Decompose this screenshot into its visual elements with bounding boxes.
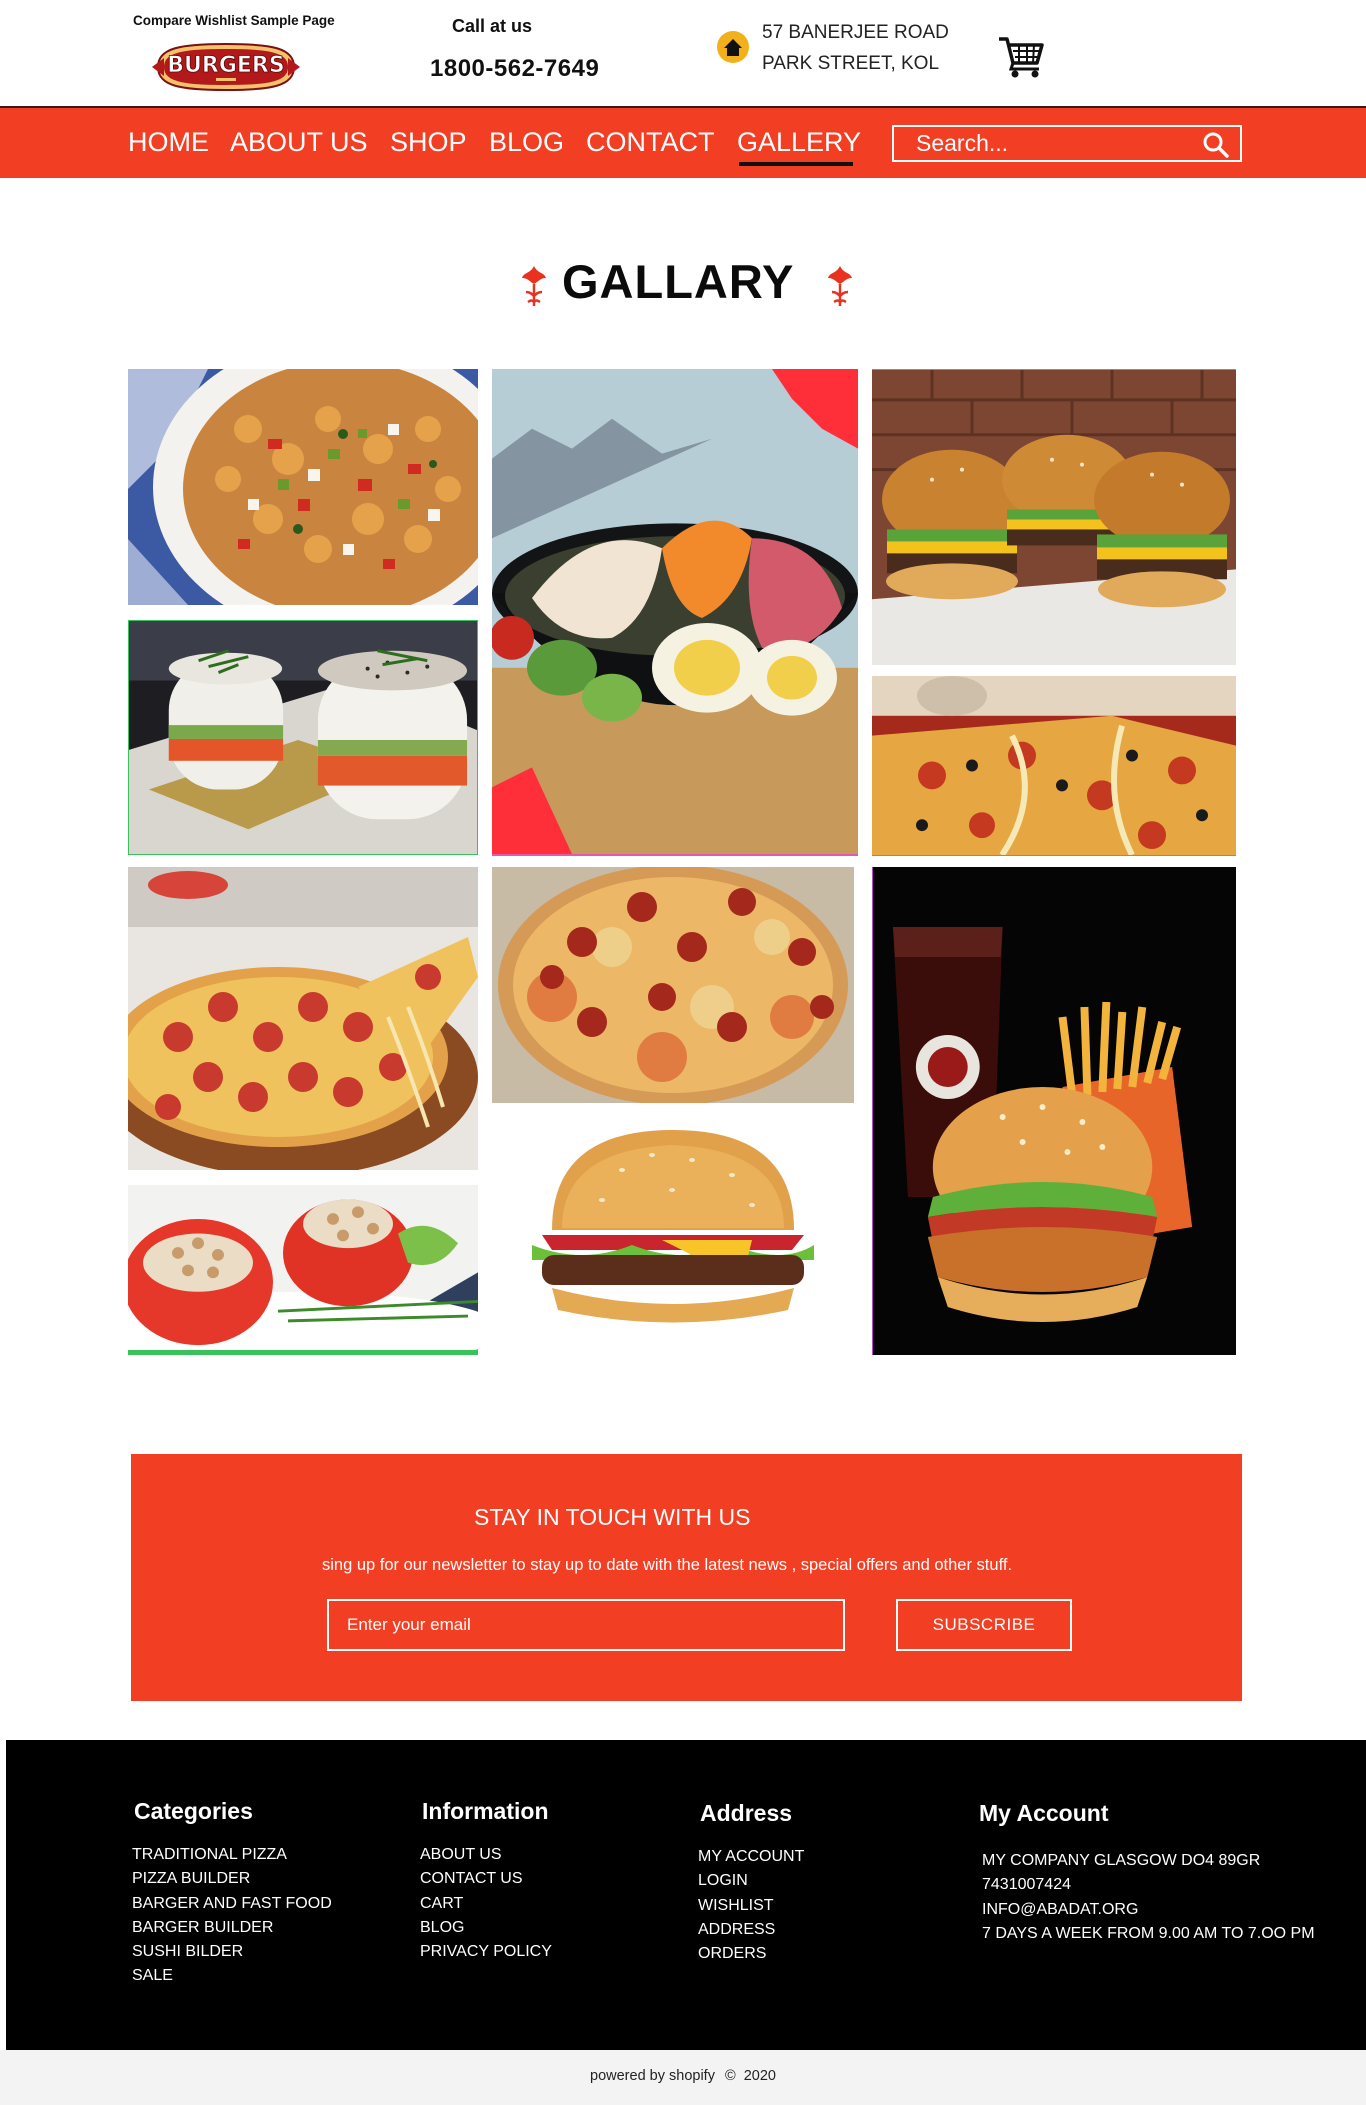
footer-my-account: My Account MY COMPANY GLASGOW DO4 89GR 7… bbox=[979, 1800, 1315, 1946]
footer-address-title: Address bbox=[700, 1800, 793, 1826]
gallery-image-classic-burger[interactable] bbox=[492, 1110, 854, 1355]
nav-shop[interactable]: SHOP bbox=[390, 127, 467, 158]
footer-opening-hours: 7 DAYS A WEEK FROM 9.00 AM TO 7.OO PM bbox=[982, 1924, 1315, 1942]
flourish-right-icon bbox=[828, 266, 852, 306]
footer-link-pizza-builder[interactable]: PIZZA BUILDER bbox=[132, 1867, 332, 1891]
footer-address: Address MY ACCOUNT LOGIN WISHLIST ADDRES… bbox=[698, 1800, 804, 1966]
nav-active-indicator bbox=[739, 162, 853, 166]
footer-link-cart[interactable]: CART bbox=[420, 1892, 552, 1916]
footer: Categories TRADITIONAL PIZZA PIZZA BUILD… bbox=[6, 1740, 1366, 2050]
newsletter-section: STAY IN TOUCH WITH US sing up for our ne… bbox=[131, 1454, 1242, 1701]
footer-link-blog[interactable]: BLOG bbox=[420, 1916, 552, 1940]
footer-link-barger-fast-food[interactable]: BARGER AND FAST FOOD bbox=[132, 1892, 332, 1916]
footer-link-traditional-pizza[interactable]: TRADITIONAL PIZZA bbox=[132, 1843, 332, 1867]
footer-link-login[interactable]: LOGIN bbox=[698, 1869, 804, 1893]
main-nav: HOME ABOUT US SHOP BLOG CONTACT GALLERY bbox=[0, 108, 1366, 178]
burgers-logo[interactable]: BURGERS bbox=[150, 38, 302, 96]
footer-information-title: Information bbox=[422, 1798, 549, 1824]
footer-account-title: My Account bbox=[979, 1800, 1109, 1826]
footer-link-about-us[interactable]: ABOUT US bbox=[420, 1843, 552, 1867]
gallery-image-combo-meal[interactable] bbox=[872, 867, 1236, 1355]
top-header: Compare Wishlist Sample Page BURGERS Cal… bbox=[0, 0, 1366, 108]
phone-number[interactable]: 1800-562-7649 bbox=[430, 55, 599, 83]
page-title: GALLARY bbox=[562, 255, 795, 308]
footer-link-privacy-policy[interactable]: PRIVACY POLICY bbox=[420, 1940, 552, 1964]
nav-contact[interactable]: CONTACT bbox=[586, 127, 715, 158]
footer-email[interactable]: INFO@ABADAT.ORG bbox=[982, 1898, 1315, 1922]
nav-about-us[interactable]: ABOUT US bbox=[230, 127, 368, 158]
nav-gallery[interactable]: GALLERY bbox=[737, 127, 861, 158]
gallery-image-stuffed-tomatoes[interactable] bbox=[128, 1185, 478, 1355]
gallery-image-salad-bowl[interactable] bbox=[492, 369, 858, 856]
footer-information: Information ABOUT US CONTACT US CART BLO… bbox=[420, 1798, 552, 1964]
gallery-image-pizza-slices[interactable] bbox=[872, 676, 1236, 856]
gallery-image-sushi-stacks[interactable] bbox=[128, 620, 478, 855]
footer-link-barger-builder[interactable]: BARGER BUILDER bbox=[132, 1916, 332, 1940]
gallery-image-pepperoni-pizza[interactable] bbox=[128, 867, 478, 1170]
call-label: Call at us bbox=[452, 16, 533, 36]
subscribe-button[interactable]: SUBSCRIBE bbox=[896, 1599, 1072, 1651]
footer-phone: 7431007424 bbox=[982, 1876, 1071, 1894]
footer-link-sale[interactable]: SALE bbox=[132, 1964, 332, 1988]
newsletter-email-input[interactable] bbox=[327, 1599, 845, 1651]
compare-wishlist-link[interactable]: Compare Wishlist Sample Page bbox=[133, 13, 335, 28]
search-box bbox=[892, 125, 1242, 162]
footer-link-address[interactable]: ADDRESS bbox=[698, 1918, 804, 1942]
gallery-image-pasta-salad[interactable] bbox=[128, 369, 478, 605]
gallery-image-slider-burgers[interactable] bbox=[872, 369, 1236, 665]
address-line-1: 57 BANERJEE ROAD bbox=[762, 22, 949, 43]
footer-link-orders[interactable]: ORDERS bbox=[698, 1942, 804, 1966]
svg-text:BURGERS: BURGERS bbox=[167, 53, 284, 78]
gallery-image-pizza-box[interactable] bbox=[492, 867, 854, 1103]
footer-link-wishlist[interactable]: WISHLIST bbox=[698, 1894, 804, 1918]
footer-link-contact-us[interactable]: CONTACT US bbox=[420, 1867, 552, 1891]
copyright-year: 2020 bbox=[743, 2068, 776, 2084]
gallery-heading: GALLARY bbox=[0, 254, 1366, 314]
nav-home[interactable]: HOME bbox=[128, 127, 209, 158]
home-icon bbox=[717, 31, 749, 63]
footer-categories-title: Categories bbox=[134, 1798, 253, 1824]
footer-company-address: MY COMPANY GLASGOW DO4 89GR bbox=[982, 1852, 1261, 1869]
search-input[interactable] bbox=[894, 127, 1194, 160]
newsletter-title: STAY IN TOUCH WITH US bbox=[474, 1504, 751, 1530]
nav-blog[interactable]: BLOG bbox=[489, 127, 564, 158]
copyright-text: powered by shopify bbox=[590, 2068, 715, 2084]
footer-link-sushi-bilder[interactable]: SUSHI BILDER bbox=[132, 1940, 332, 1964]
copyright-bar: powered by shopify © 2020 bbox=[0, 2050, 1366, 2105]
newsletter-subtitle: sing up for our newsletter to stay up to… bbox=[322, 1556, 1013, 1574]
flourish-left-icon bbox=[522, 266, 546, 306]
footer-categories: Categories TRADITIONAL PIZZA PIZZA BUILD… bbox=[132, 1798, 332, 1989]
search-icon[interactable] bbox=[1202, 131, 1230, 159]
address-line-2: PARK STREET, KOL bbox=[762, 53, 940, 74]
cart-icon[interactable] bbox=[997, 33, 1045, 79]
copyright-icon: © bbox=[724, 2068, 736, 2084]
footer-link-my-account[interactable]: MY ACCOUNT bbox=[698, 1845, 804, 1869]
